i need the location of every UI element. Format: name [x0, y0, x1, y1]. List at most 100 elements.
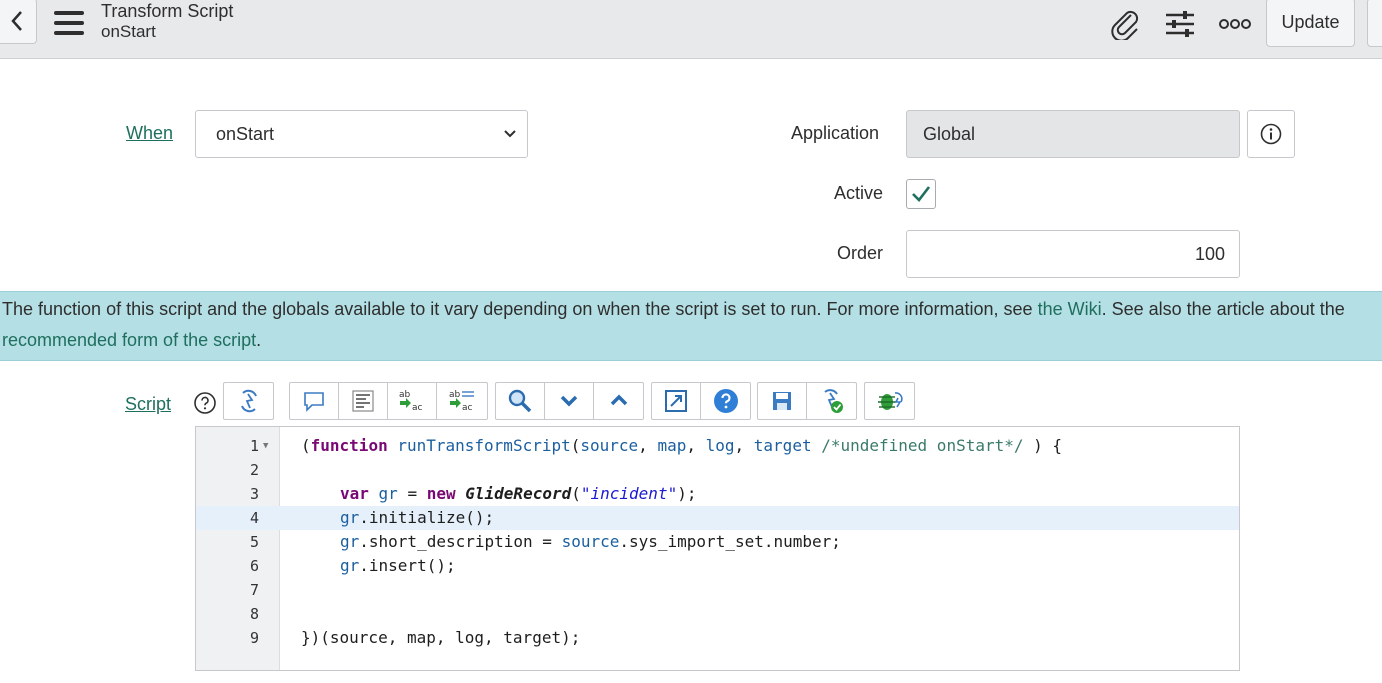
code-line: 2 [196, 458, 1239, 482]
info-icon [1260, 123, 1282, 145]
svg-text:ac: ac [412, 403, 423, 413]
replace-all-icon: ab ac [449, 390, 474, 413]
toolbar-group-view [651, 382, 751, 420]
application-value: Global [923, 123, 976, 144]
chevron-down-icon [504, 130, 516, 138]
line-number: 5 [249, 533, 259, 551]
hamburger-menu-button[interactable] [52, 8, 86, 38]
debug-button[interactable] [865, 383, 914, 419]
recommended-form-link[interactable]: recommended form of the script [2, 330, 256, 350]
active-checkbox[interactable] [906, 179, 936, 209]
checkmark-icon [912, 186, 931, 202]
svg-text:ab: ab [449, 390, 461, 400]
line-number: 8 [249, 605, 259, 623]
order-input[interactable]: 100 [906, 230, 1240, 278]
line-number: 4 [249, 509, 259, 527]
toolbar-group-search [495, 382, 644, 420]
when-select[interactable]: onStart [195, 110, 528, 158]
next-icon [560, 395, 578, 407]
code-line: 3 var gr = new GlideRecord("incident"); [196, 482, 1239, 506]
toolbar-group-syntax [223, 382, 274, 420]
title-block: Transform Script onStart [101, 0, 233, 42]
help-icon [713, 389, 738, 413]
application-field: Global [906, 110, 1240, 158]
debug-icon [877, 392, 903, 410]
replace-button[interactable]: ab ac [388, 383, 437, 419]
order-label: Order [837, 243, 884, 263]
application-label: Application [791, 123, 880, 143]
more-options-icon [1219, 19, 1251, 29]
form-header: Transform Script onStart Update [0, 0, 1382, 59]
line-number: 2 [249, 461, 259, 479]
toggle-syntax-button[interactable] [224, 383, 273, 419]
fullscreen-button[interactable] [652, 383, 701, 419]
script-help-icon[interactable] [193, 391, 217, 415]
code-line: 6 gr.insert(); [196, 554, 1239, 578]
fullscreen-icon [665, 390, 687, 412]
code-line: 8 [196, 602, 1239, 626]
svg-text:ab: ab [399, 390, 411, 400]
attachment-button[interactable] [1107, 6, 1143, 42]
line-number: 3 [249, 485, 259, 503]
paperclip-icon [1111, 10, 1139, 40]
previous-match-button[interactable] [594, 383, 643, 419]
update-button[interactable]: Update [1266, 0, 1355, 47]
application-info-button[interactable] [1247, 110, 1295, 158]
banner-text-1: The function of this script and the glob… [2, 299, 1038, 319]
banner-text-2: . See also the article about the [1101, 299, 1345, 319]
extra-action-button[interactable] [1367, 0, 1382, 47]
line-number: 1 [249, 437, 259, 455]
format-code-icon [352, 390, 374, 412]
toggle-syntax-icon [240, 389, 257, 413]
code-text: gr.short_description = source.sys_import… [340, 532, 841, 551]
toolbar-group-save [757, 382, 857, 420]
replace-all-button[interactable]: ab ac [437, 383, 486, 419]
editor-help-button[interactable] [701, 383, 750, 419]
when-label[interactable]: When [126, 123, 173, 144]
code-line-active: 4 gr.initialize(); [196, 506, 1239, 530]
line-number: 6 [249, 557, 259, 575]
code-line: 1 ▼ (function runTransformScript(source,… [196, 434, 1239, 458]
code-line: 5 gr.short_description = source.sys_impo… [196, 530, 1239, 554]
previous-icon [610, 394, 627, 406]
code-text: })(source, map, log, target); [301, 628, 581, 647]
format-code-button[interactable] [339, 383, 388, 419]
back-icon [10, 11, 22, 31]
code-text: gr.insert(); [340, 556, 456, 575]
active-label: Active [834, 183, 884, 203]
line-number: 9 [249, 629, 259, 647]
toolbar-group-edit: ab ac ab ac [289, 382, 488, 420]
sliders-icon [1166, 11, 1194, 37]
wiki-link[interactable]: the Wiki [1038, 299, 1102, 319]
search-icon [508, 389, 532, 413]
banner-text-3: . [256, 330, 262, 350]
comment-button[interactable] [290, 383, 339, 419]
line-number: 7 [249, 581, 259, 599]
comment-icon [304, 392, 324, 412]
code-text: var gr = new GlideRecord("incident"); [340, 484, 697, 503]
fold-toggle-icon[interactable]: ▼ [263, 434, 268, 458]
save-script-button[interactable] [758, 383, 807, 419]
search-button[interactable] [496, 383, 545, 419]
when-select-value: onStart [216, 123, 275, 144]
next-match-button[interactable] [545, 383, 594, 419]
script-editor[interactable]: 1 ▼ (function runTransformScript(source,… [195, 426, 1240, 671]
code-line: 7 [196, 578, 1239, 602]
toolbar-group-debug [864, 382, 915, 420]
code-line: 9 })(source, map, log, target); [196, 626, 1239, 650]
page-title: Transform Script [101, 1, 234, 21]
order-value: 100 [1194, 243, 1225, 264]
save-icon [773, 392, 791, 410]
svg-text:ac: ac [462, 403, 473, 413]
back-button[interactable] [0, 0, 37, 44]
code-text: (function runTransformScript(source, map… [301, 436, 1063, 455]
page-subtitle: onStart [101, 22, 156, 41]
personalize-form-button[interactable] [1162, 6, 1198, 42]
script-label[interactable]: Script [125, 394, 171, 415]
more-options-button[interactable] [1217, 6, 1253, 42]
hamburger-menu-icon [54, 11, 84, 35]
replace-icon: ab ac [399, 390, 423, 413]
script-check-button[interactable] [807, 383, 856, 419]
code-text: gr.initialize(); [340, 508, 495, 527]
info-banner: The function of this script and the glob… [0, 291, 1382, 361]
